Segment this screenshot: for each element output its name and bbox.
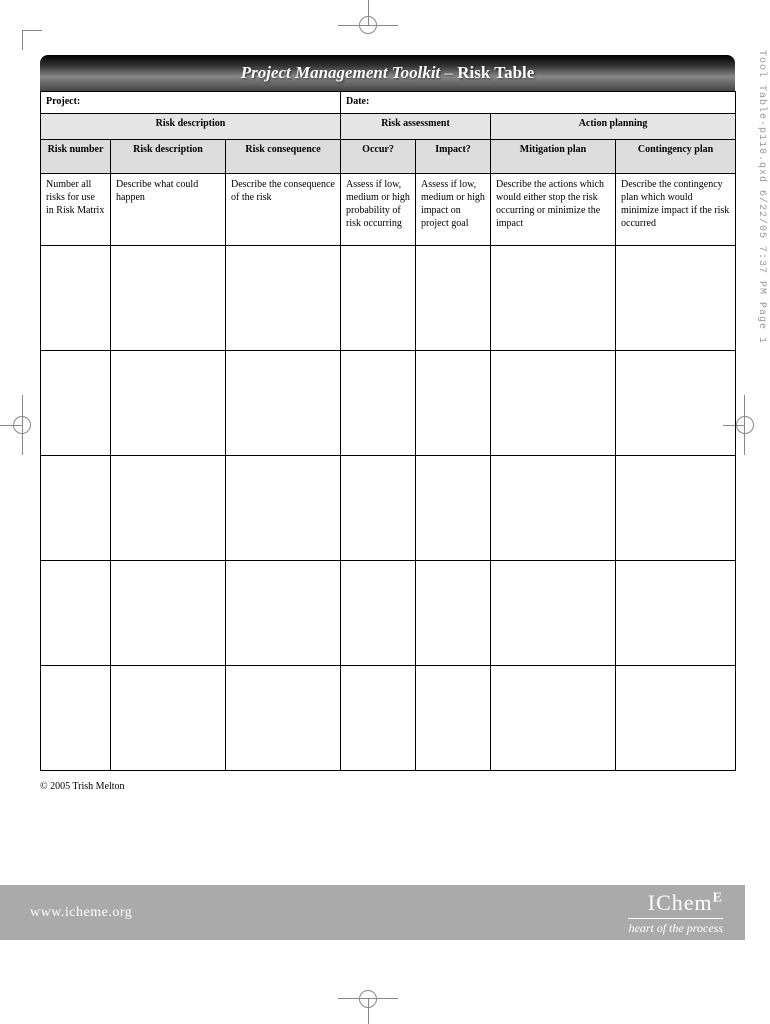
col-occur: Occur?: [341, 140, 416, 174]
page-content: Project Management Toolkit – Risk Table …: [40, 55, 735, 792]
registration-mark: [359, 16, 377, 34]
brand-name: IChemE: [628, 890, 723, 916]
copyright: © 2005 Trish Melton: [40, 781, 735, 792]
date-label: Date:: [341, 92, 736, 114]
table-row: [41, 561, 736, 666]
col-contingency: Contingency plan: [616, 140, 736, 174]
registration-mark: [359, 990, 377, 1008]
hint-occur: Assess if low, medium or high probabilit…: [341, 174, 416, 246]
registration-mark: [13, 416, 31, 434]
table-row: [41, 246, 736, 351]
project-label: Project:: [41, 92, 341, 114]
col-risk-number: Risk number: [41, 140, 111, 174]
footer-brand: IChemE heart of the process: [628, 890, 723, 936]
title-bar: Project Management Toolkit – Risk Table: [40, 55, 735, 91]
col-risk-consequence: Risk consequence: [226, 140, 341, 174]
group-risk-assessment: Risk assessment: [341, 114, 491, 140]
hint-risk-description: Describe what could happen: [111, 174, 226, 246]
group-action-planning: Action planning: [491, 114, 736, 140]
group-risk-description: Risk description: [41, 114, 341, 140]
table-row: [41, 456, 736, 561]
footer: www.icheme.org IChemE heart of the proce…: [0, 885, 745, 940]
col-risk-description: Risk description: [111, 140, 226, 174]
table-row: [41, 666, 736, 771]
risk-table: Project: Date: Risk description Risk ass…: [40, 91, 736, 771]
hint-impact: Assess if low, medium or high impact on …: [416, 174, 491, 246]
print-slug: Tool Table-p110.qxd 6/22/05 7:37 PM Page…: [756, 50, 767, 344]
title-part1: Project Management Toolkit: [241, 63, 441, 82]
col-mitigation: Mitigation plan: [491, 140, 616, 174]
registration-mark: [736, 416, 754, 434]
title-part2: Risk Table: [457, 63, 534, 82]
footer-url: www.icheme.org: [30, 905, 132, 921]
hint-contingency: Describe the contingency plan which woul…: [616, 174, 736, 246]
brand-tagline: heart of the process: [628, 918, 723, 936]
col-impact: Impact?: [416, 140, 491, 174]
hint-risk-consequence: Describe the consequence of the risk: [226, 174, 341, 246]
hint-mitigation: Describe the actions which would either …: [491, 174, 616, 246]
table-row: [41, 351, 736, 456]
hint-risk-number: Number all risks for use in Risk Matrix: [41, 174, 111, 246]
corner-mark: [22, 30, 42, 50]
